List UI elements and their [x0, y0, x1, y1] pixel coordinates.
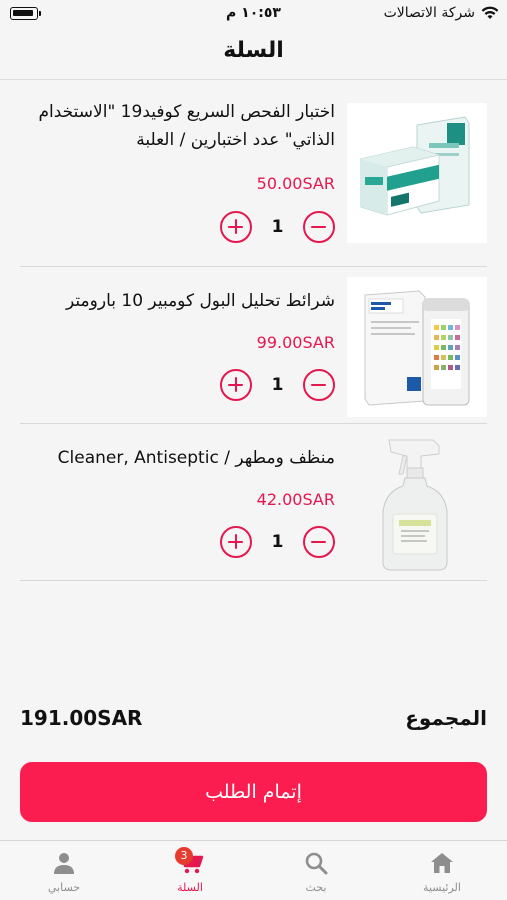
item-name[interactable]: منظف ومطهر / Cleaner, Antiseptic [19, 444, 335, 472]
quantity-stepper: 1 [220, 211, 335, 243]
item-name[interactable]: اختبار الفحص السريع كوفيد19 "الاستخدام ا… [19, 98, 336, 154]
checkout-button[interactable]: إتمام الطلب [20, 762, 487, 822]
tab-cart[interactable]: 3 السلة [127, 841, 253, 900]
cart-item: منظف ومطهر / Cleaner, Antiseptic 42.00SA… [20, 424, 487, 581]
decrease-quantity-button[interactable] [303, 211, 335, 243]
cart-total: المجموع 191.00SAR [20, 700, 487, 740]
cart-list: اختبار الفحص السريع كوفيد19 "الاستخدام ا… [20, 80, 487, 581]
tab-account[interactable]: حسابي [1, 841, 127, 900]
urine-test-strips-image[interactable] [347, 277, 487, 417]
page-title: السلة [223, 38, 284, 63]
item-name[interactable]: شرائط تحليل البول كومبير 10 بارومتر [19, 287, 335, 315]
item-price: 42.00SAR [256, 490, 335, 509]
spray-bottle-image[interactable] [347, 434, 487, 574]
nav-header: السلة [0, 30, 507, 80]
status-carrier: شركة الاتصالات [384, 5, 499, 21]
cart-count-badge: 3 [175, 847, 193, 865]
quantity-stepper: 1 [220, 526, 335, 558]
tab-home[interactable]: الرئيسية [379, 841, 505, 900]
tab-label: السلة [177, 881, 203, 894]
total-label: المجموع [405, 706, 487, 730]
cart-item: شرائط تحليل البول كومبير 10 بارومتر 99.0… [20, 267, 487, 424]
wifi-icon [481, 6, 499, 19]
quantity-value: 1 [271, 532, 284, 552]
home-icon [431, 853, 453, 873]
tab-label: بحث [305, 881, 327, 894]
person-icon [54, 853, 74, 874]
cart-item: اختبار الفحص السريع كوفيد19 "الاستخدام ا… [20, 80, 487, 267]
quantity-value: 1 [271, 217, 284, 237]
decrease-quantity-button[interactable] [303, 369, 335, 401]
item-price: 99.00SAR [256, 333, 335, 352]
covid-test-kit-image[interactable] [347, 103, 487, 243]
increase-quantity-button[interactable] [220, 526, 252, 558]
status-bar: ١٠:٥٣ م شركة الاتصالات [0, 0, 507, 30]
quantity-value: 1 [271, 375, 284, 395]
tab-search[interactable]: بحث [253, 841, 379, 900]
increase-quantity-button[interactable] [220, 369, 252, 401]
increase-quantity-button[interactable] [220, 211, 252, 243]
decrease-quantity-button[interactable] [303, 526, 335, 558]
total-value: 191.00SAR [20, 706, 143, 730]
tab-bar: الرئيسية بحث 3 السلة حسابي [0, 840, 507, 900]
tab-label: الرئيسية [423, 881, 461, 894]
carrier-name: شركة الاتصالات [383, 5, 475, 21]
tab-label: حسابي [47, 881, 81, 894]
quantity-stepper: 1 [220, 369, 335, 401]
search-icon [305, 852, 328, 875]
item-price: 50.00SAR [256, 174, 335, 193]
